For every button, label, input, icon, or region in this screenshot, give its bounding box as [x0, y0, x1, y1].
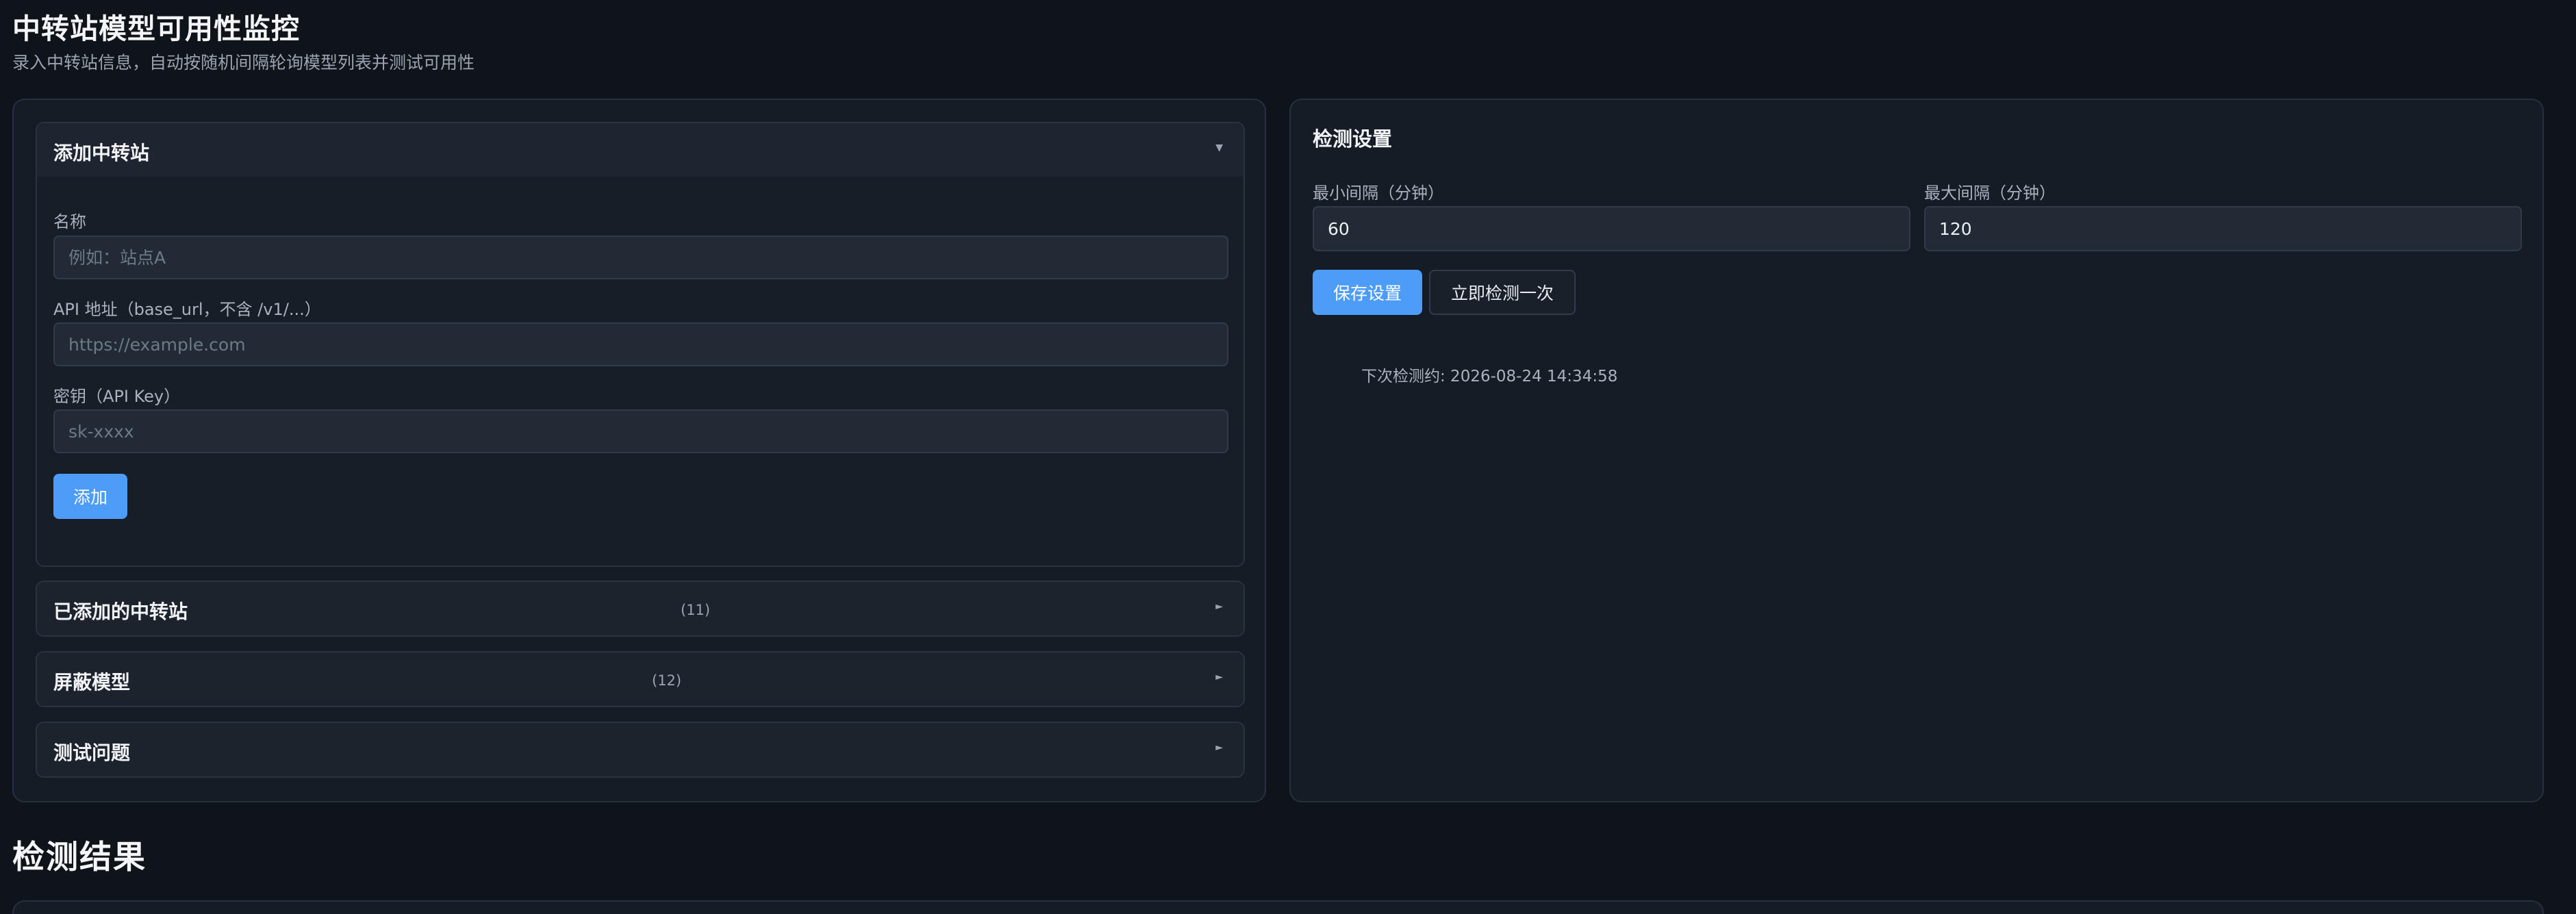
blocked-models-count: (12) [652, 672, 682, 689]
page-title: 中转站模型可用性监控 [12, 12, 300, 45]
station-name-input[interactable] [53, 236, 1228, 279]
add-station-section: 添加中转站 ▼ 名称 API 地址（base_url，不含 /v1/...） 密… [36, 122, 1245, 567]
check-settings-title: 检测设置 [1313, 127, 1393, 151]
blocked-models-title: 屏蔽模型 [53, 671, 131, 694]
caret-right-icon: ► [1215, 601, 1223, 612]
added-stations-count: (11) [681, 602, 711, 618]
name-label: 名称 [53, 212, 86, 231]
api-key-label: 密钥（API Key） [53, 387, 181, 406]
caret-right-icon: ► [1215, 672, 1223, 683]
page: 中转站模型可用性监控 录入中转站信息，自动按随机间隔轮询模型列表并测试可用性 添… [0, 0, 2576, 914]
next-check-time: 下次检测约: 2026-08-24 14:34:58 [1361, 368, 1618, 385]
max-interval-input[interactable] [1924, 206, 2522, 251]
blocked-models-header[interactable]: 屏蔽模型 (12) ► [37, 652, 1243, 706]
check-now-button[interactable]: 立即检测一次 [1429, 270, 1576, 315]
added-stations-header[interactable]: 已添加的中转站 (11) ► [37, 582, 1243, 635]
api-url-label: API 地址（base_url，不含 /v1/...） [53, 300, 321, 319]
min-interval-input[interactable] [1313, 206, 1910, 251]
api-key-input[interactable] [53, 409, 1228, 453]
added-stations-section[interactable]: 已添加的中转站 (11) ► [36, 581, 1245, 637]
max-interval-label: 最大间隔（分钟） [1924, 183, 2056, 203]
add-station-button[interactable]: 添加 [53, 474, 127, 519]
check-settings-panel: 检测设置 最小间隔（分钟） 最大间隔（分钟） 保存设置 立即检测一次 下次检测约… [1289, 99, 2544, 802]
save-settings-button[interactable]: 保存设置 [1313, 270, 1422, 315]
test-questions-header[interactable]: 测试问题 ► [37, 723, 1243, 776]
add-station-title: 添加中转站 [53, 142, 150, 164]
station-management-panel: 添加中转站 ▼ 名称 API 地址（base_url，不含 /v1/...） 密… [12, 99, 1266, 802]
blocked-models-section[interactable]: 屏蔽模型 (12) ► [36, 651, 1245, 707]
caret-down-icon: ▼ [1215, 142, 1223, 153]
results-panel [12, 900, 2544, 914]
page-subtitle: 录入中转站信息，自动按随机间隔轮询模型列表并测试可用性 [12, 53, 475, 73]
api-url-input[interactable] [53, 322, 1228, 366]
min-interval-label: 最小间隔（分钟） [1313, 183, 1444, 203]
test-questions-title: 测试问题 [53, 741, 131, 764]
results-title: 检测结果 [12, 839, 147, 876]
add-station-header[interactable]: 添加中转站 ▼ [37, 123, 1243, 177]
caret-right-icon: ► [1215, 742, 1223, 753]
test-questions-section[interactable]: 测试问题 ► [36, 722, 1245, 778]
added-stations-title: 已添加的中转站 [53, 600, 188, 623]
